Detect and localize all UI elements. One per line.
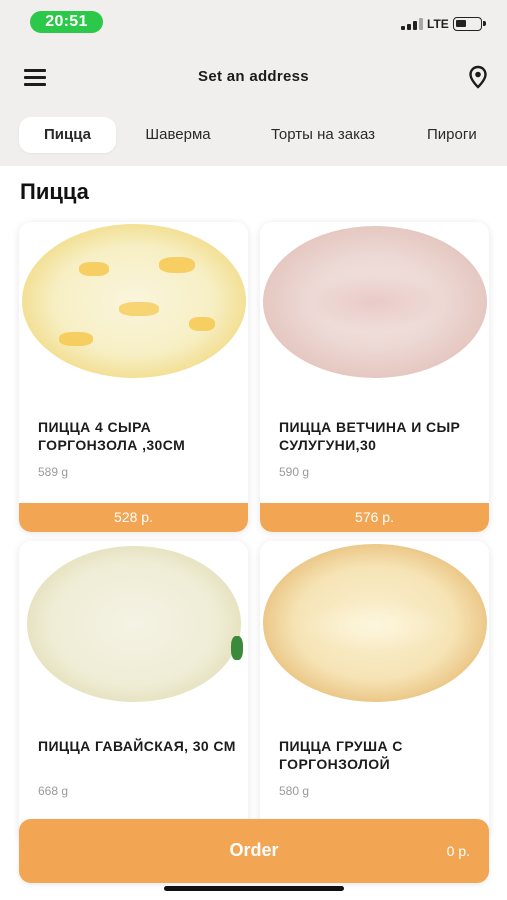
home-indicator[interactable]	[164, 886, 344, 891]
battery-icon	[453, 17, 486, 31]
product-name: ПИЦЦА 4 СЫРА ГОРГОНЗОЛА ,30СМ	[38, 419, 186, 453]
app-header: Set an address	[0, 52, 507, 102]
order-label: Order	[229, 840, 279, 860]
tab-pizza[interactable]: Пицца	[19, 117, 116, 153]
map-pin-icon[interactable]	[467, 65, 489, 89]
product-name: ПИЦЦА ГРУША С ГОРГОНЗОЛОЙ	[279, 738, 403, 772]
product-card[interactable]: ПИЦЦА ВЕТЧИНА И СЫР СУЛУГУНИ,30 590 g 57…	[260, 222, 489, 532]
network-label: LTE	[427, 17, 449, 31]
product-weight: 590 g	[279, 465, 310, 479]
product-name: ПИЦЦА ГАВАЙСКАЯ, 30 СМ	[38, 738, 236, 754]
tab-shawarma[interactable]: Шаверма	[128, 117, 228, 153]
product-image	[260, 222, 489, 398]
product-list: Пицца ПИЦЦА 4 СЫРА ГОРГОНЗОЛА ,30СМ 589 …	[0, 166, 507, 900]
signal-icon	[401, 18, 423, 30]
product-image	[19, 541, 248, 717]
product-price-button[interactable]: 528 р.	[19, 503, 248, 532]
section-title: Пицца	[20, 179, 89, 204]
status-bar: 20:51 LTE	[0, 0, 507, 44]
product-card[interactable]: ПИЦЦА 4 СЫРА ГОРГОНЗОЛА ,30СМ 589 g 528 …	[19, 222, 248, 532]
product-weight: 668 g	[38, 784, 69, 798]
product-weight: 580 g	[279, 784, 310, 798]
product-weight: 589 g	[38, 465, 69, 479]
set-address-button[interactable]: Set an address	[0, 68, 507, 85]
product-card[interactable]: ПИЦЦА ГРУША С ГОРГОНЗОЛОЙ 580 g	[260, 541, 489, 841]
product-name: ПИЦЦА ВЕТЧИНА И СЫР СУЛУГУНИ,30	[279, 419, 461, 453]
product-image	[260, 541, 489, 717]
tab-cakes-to-order[interactable]: Торты на заказ	[246, 117, 400, 153]
tab-pies[interactable]: Пироги	[418, 117, 507, 153]
product-card[interactable]: ПИЦЦА ГАВАЙСКАЯ, 30 СМ 668 g	[19, 541, 248, 841]
status-time: 20:51	[30, 11, 103, 33]
order-button[interactable]: Order 0 р.	[19, 819, 489, 883]
category-tabs: Пицца Шаверма Торты на заказ Пироги	[0, 117, 507, 155]
order-total: 0 р.	[446, 843, 470, 859]
product-image	[19, 222, 248, 398]
product-price-button[interactable]: 576 р.	[260, 503, 489, 532]
